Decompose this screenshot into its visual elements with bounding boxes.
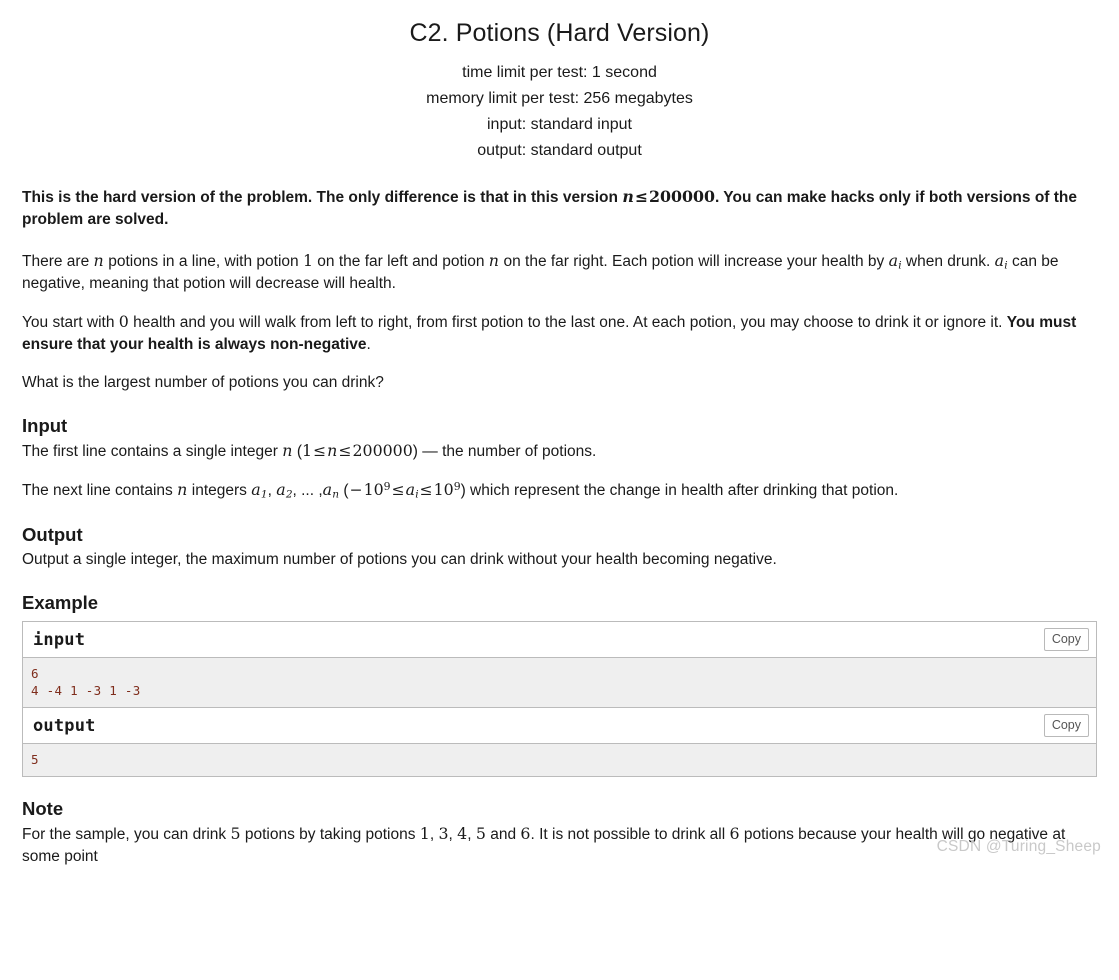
- problem-header: C2. Potions (Hard Version) time limit pe…: [22, 0, 1097, 164]
- paragraph-question: What is the largest number of potions yo…: [22, 374, 384, 392]
- p1-t4: on the far right. Each potion will incre…: [499, 252, 889, 270]
- in2-exp2: 9: [453, 480, 461, 494]
- in2-base1: 10: [363, 480, 384, 500]
- section-heading-output: Output: [22, 523, 83, 545]
- output-spec: output: standard output: [477, 142, 642, 159]
- hard-version-note: This is the hard version of the problem.…: [22, 186, 1097, 232]
- p1-math-a-1: a: [888, 250, 899, 270]
- section-heading-input: Input: [22, 415, 68, 437]
- in2-math-a1-sub: 1: [260, 488, 268, 501]
- note-math-4: 4: [457, 823, 468, 843]
- in1-t1: The first line contains a single integer: [22, 443, 283, 461]
- in2-base2: 10: [433, 480, 454, 500]
- problem-page: C2. Potions (Hard Version) time limit pe…: [0, 0, 1119, 868]
- in1-math-n-2: n: [327, 441, 338, 461]
- sample-test: input Copy 6 4 -4 1 -3 1 -3 output Copy …: [22, 620, 1097, 777]
- p1-t2: potions in a line, with potion: [103, 252, 303, 270]
- note-t1: For the sample, you can drink: [22, 825, 231, 843]
- in2-t1: The next line contains: [22, 482, 178, 500]
- p2-t3: .: [366, 336, 371, 354]
- in1-t2: (: [292, 443, 303, 461]
- sample-input-header: input Copy: [23, 621, 1096, 658]
- note-t3: and: [485, 825, 521, 843]
- note-math-5: 5: [230, 823, 241, 843]
- note-t2: potions by taking potions: [240, 825, 420, 843]
- p2-t2: health and you will walk from left to ri…: [128, 314, 1007, 332]
- in1-t3: ) — the number of potions.: [412, 443, 597, 461]
- p1-t1: There are: [22, 252, 94, 270]
- in2-ellipsis: , ... ,: [292, 482, 323, 500]
- note-t4: . It is not possible to drink all: [530, 825, 730, 843]
- memory-limit: memory limit per test: 256 megabytes: [426, 90, 693, 107]
- sample-output-header: output Copy: [23, 707, 1096, 744]
- hv-math-n: n: [622, 187, 634, 206]
- p1-math-1: 1: [302, 250, 313, 270]
- in2-math-n: n: [177, 480, 188, 500]
- in2-t4: ) which represent the change in health a…: [460, 482, 899, 500]
- hv-math-le: ≤: [635, 187, 648, 206]
- sample-output-value[interactable]: 5: [23, 743, 1096, 776]
- input-line-2: The next line contains n integers a1, a2…: [22, 479, 1097, 502]
- note-math-6: 6: [520, 823, 531, 843]
- note-math-6b: 6: [729, 823, 740, 843]
- note-math-1: 1: [419, 823, 430, 843]
- p1-math-a-2: a: [994, 250, 1005, 270]
- note-c2: ,: [448, 825, 458, 843]
- in2-comma1: ,: [267, 482, 277, 500]
- hv-part1: This is the hard version of the problem.…: [22, 189, 623, 206]
- section-heading-example: Example: [22, 591, 99, 613]
- in2-t2: integers: [187, 482, 252, 500]
- sample-input-label: input: [33, 629, 86, 650]
- p1-t5: when drunk.: [901, 252, 995, 270]
- in2-le1: ≤: [391, 481, 405, 500]
- p2-math-0: 0: [118, 312, 129, 332]
- page-title: C2. Potions (Hard Version): [409, 19, 710, 47]
- copy-input-button[interactable]: Copy: [1043, 627, 1089, 652]
- p1-math-n-1: n: [93, 250, 104, 270]
- note-math-5b: 5: [475, 823, 486, 843]
- watermark: CSDN @Turing_Sheep: [936, 837, 1101, 855]
- sample-output-label: output: [33, 715, 96, 736]
- in2-math-a2-sub: 2: [285, 488, 293, 501]
- output-description: Output a single integer, the maximum num…: [22, 550, 777, 568]
- p1-t3: on the far left and potion: [313, 252, 489, 270]
- sample-tests: input Copy 6 4 -4 1 -3 1 -3 output Copy …: [22, 620, 1097, 777]
- problem-statement: C2. Potions (Hard Version) time limit pe…: [0, 0, 1119, 868]
- input-spec: input: standard input: [487, 116, 632, 133]
- time-limit: time limit per test: 1 second: [462, 64, 657, 81]
- copy-output-button[interactable]: Copy: [1043, 713, 1089, 738]
- paragraph-potions-line: There are n potions in a line, with poti…: [22, 250, 1097, 295]
- in2-math-ai: a: [405, 480, 416, 500]
- in1-math-1: 1: [302, 441, 313, 461]
- sample-input-value[interactable]: 6 4 -4 1 -3 1 -3: [23, 657, 1096, 708]
- in2-exp1: 9: [383, 480, 391, 494]
- note-math-3: 3: [438, 823, 449, 843]
- paragraph-walk-rule: You start with 0 health and you will wal…: [22, 311, 1097, 356]
- in2-math-a1: a: [251, 480, 261, 500]
- p1-math-n-2: n: [488, 250, 500, 270]
- input-line-1: The first line contains a single integer…: [22, 440, 1097, 463]
- in1-le-1: ≤: [313, 442, 327, 461]
- in2-neg: −: [349, 481, 363, 500]
- in1-math-200000: 200000: [352, 441, 413, 461]
- hv-math-value: 200000: [649, 187, 715, 206]
- section-heading-note: Note: [22, 797, 64, 819]
- in2-t3: (: [339, 482, 349, 500]
- in2-math-an: a: [322, 480, 333, 500]
- in1-math-n: n: [282, 441, 293, 461]
- in2-math-a2: a: [276, 480, 286, 500]
- in1-le-2: ≤: [338, 442, 352, 461]
- in2-le2: ≤: [419, 481, 433, 500]
- p2-t1: You start with: [22, 314, 119, 332]
- note-c3: ,: [467, 825, 476, 843]
